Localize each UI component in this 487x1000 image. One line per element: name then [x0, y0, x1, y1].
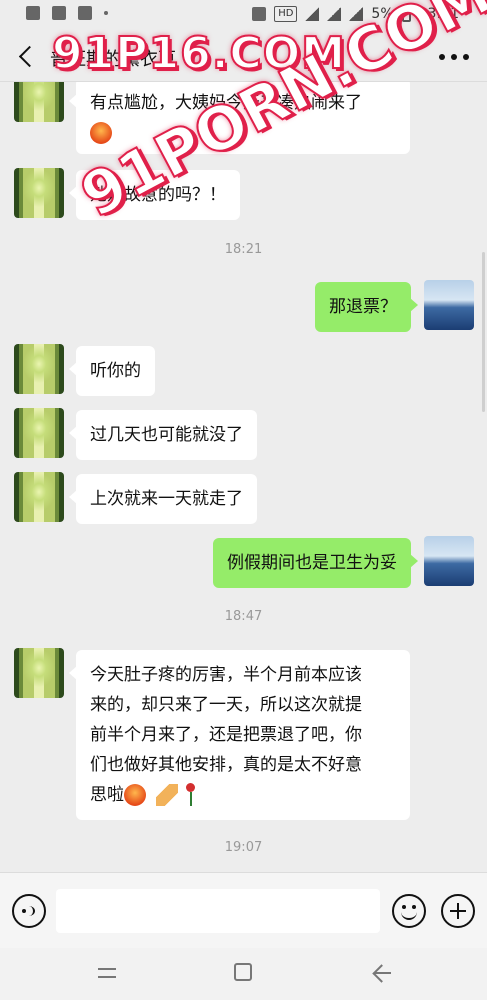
chat-header: 普旺斯的薰衣草 — [0, 32, 487, 82]
dot-icon — [104, 11, 108, 15]
message-bubble[interactable]: 过几天也可能就没了 — [69, 410, 257, 460]
battery-icon — [401, 6, 411, 22]
message-bubble[interactable]: 那退票？ — [315, 282, 418, 332]
message-bubble[interactable]: 上次就来一天就走了 — [69, 474, 257, 524]
message-bubble[interactable]: 听你的 — [69, 346, 155, 396]
folded-hands-icon — [156, 784, 178, 806]
system-back-icon[interactable] — [372, 964, 391, 982]
voice-icon[interactable] — [12, 894, 46, 928]
chat-area[interactable]: 有点尴尬，大姨妈今天来凑热闹来了 她是故意的吗？！ 18:21 那退票？ 听你的… — [0, 82, 487, 870]
status-bar: HD 5% 23:51 — [0, 0, 487, 32]
message-line: 前半个月来了，还是把票退了吧，你 — [90, 725, 362, 745]
message-bubble[interactable]: 今天肚子疼的厉害，半个月前本应该 来的，却只来了一天，所以这次就提 前半个月来了… — [69, 650, 410, 820]
message-bubble[interactable]: 她是故意的吗？！ — [69, 170, 240, 220]
avatar[interactable] — [14, 344, 64, 394]
timestamp: 18:21 — [224, 242, 263, 257]
message-text: 例假期间也是卫生为妥 — [227, 553, 397, 573]
message-input[interactable] — [56, 889, 380, 933]
scrollbar[interactable] — [482, 252, 485, 412]
gallery-icon — [26, 6, 40, 20]
my-avatar[interactable] — [424, 536, 474, 586]
more-icon[interactable] — [439, 47, 469, 67]
message-line: 今天肚子疼的厉害，半个月前本应该 — [90, 665, 362, 685]
emoji-icon[interactable] — [392, 894, 426, 928]
chat-title: 普旺斯的薰衣草 — [50, 49, 176, 70]
clock: 23:51 — [418, 6, 459, 22]
input-bar — [0, 872, 487, 948]
nfc-icon — [252, 7, 267, 21]
avatar[interactable] — [14, 82, 64, 122]
timestamp: 18:47 — [224, 609, 263, 624]
message-text: 听你的 — [90, 361, 141, 381]
message-text: 那退票？ — [329, 297, 397, 317]
signal-icon — [349, 7, 364, 21]
recent-apps-icon[interactable] — [98, 965, 118, 981]
message-text: 过几天也可能就没了 — [90, 425, 243, 445]
message-bubble[interactable]: 例假期间也是卫生为妥 — [213, 538, 418, 588]
angry-face-icon — [124, 784, 146, 806]
battery-percent: 5% — [371, 6, 394, 22]
notification-icon — [52, 6, 66, 20]
angry-face-icon — [90, 122, 112, 144]
back-arrow-icon[interactable] — [16, 45, 36, 69]
notification-icon — [78, 6, 92, 20]
rose-icon — [184, 783, 196, 807]
message-line: 来的，却只来了一天，所以这次就提 — [90, 695, 362, 715]
plus-icon[interactable] — [441, 894, 475, 928]
hd-badge: HD — [274, 6, 298, 22]
my-avatar[interactable] — [424, 280, 474, 330]
message-text: 上次就来一天就走了 — [90, 489, 243, 509]
system-nav-bar — [0, 948, 487, 1000]
message-line: 们也做好其他安排，真的是太不好意 — [90, 755, 362, 775]
home-icon[interactable] — [234, 963, 252, 981]
message-line: 思啦 — [90, 785, 124, 805]
avatar[interactable] — [14, 472, 64, 522]
avatar[interactable] — [14, 408, 64, 458]
message-text: 她是故意的吗？！ — [90, 185, 226, 205]
message-text: 有点尴尬，大姨妈今天来凑热闹来了 — [90, 93, 362, 113]
message-bubble[interactable]: 有点尴尬，大姨妈今天来凑热闹来了 — [69, 82, 410, 154]
avatar[interactable] — [14, 168, 64, 218]
signal-icon — [327, 7, 342, 21]
avatar[interactable] — [14, 648, 64, 698]
wifi-icon — [305, 7, 320, 21]
timestamp: 19:07 — [224, 840, 263, 855]
